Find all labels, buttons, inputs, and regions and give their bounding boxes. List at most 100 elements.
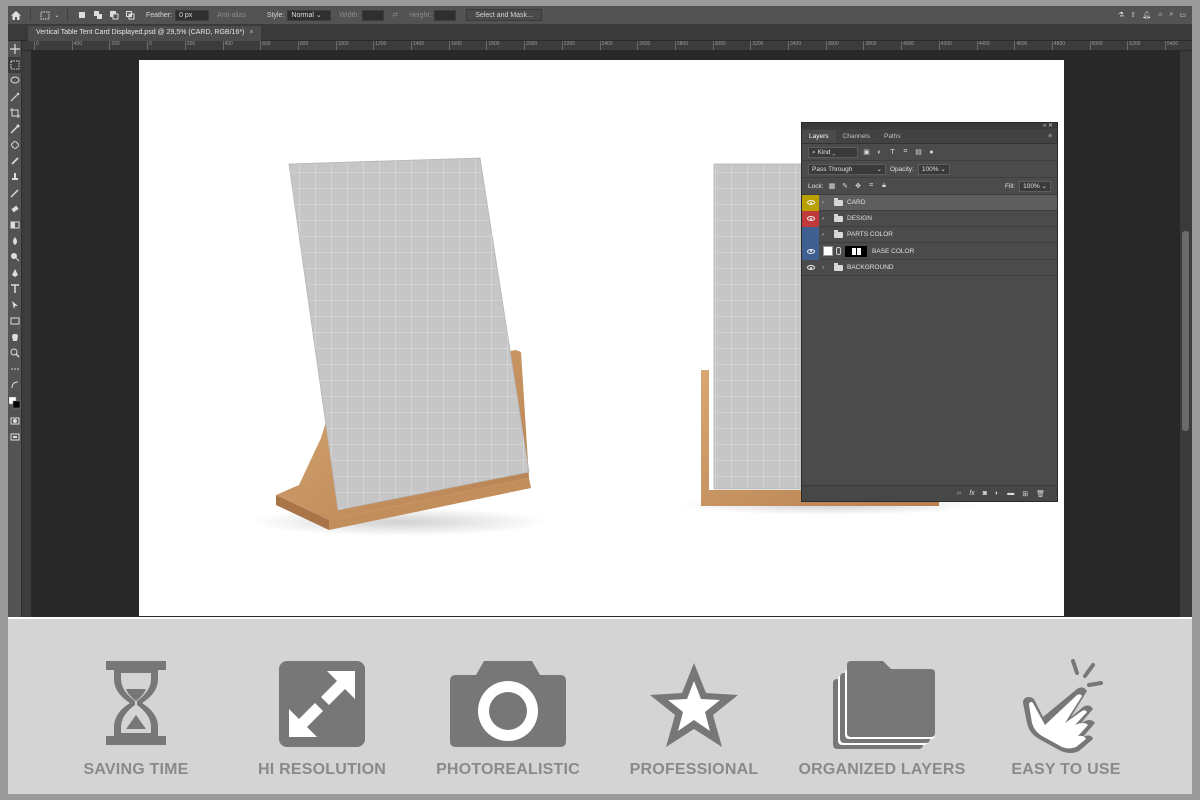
adjustment-filter-icon[interactable]: ◐ [875, 148, 884, 157]
select-and-mask-button[interactable]: Select and Mask... [466, 9, 542, 21]
layers-footer: ∞ fx ◙ ◐ ▬ ⊞ 🗑︎ [802, 485, 1057, 501]
visibility-toggle[interactable] [802, 226, 819, 243]
layer-row-background[interactable]: › BACKGROUND [802, 260, 1057, 276]
stamp-tool-icon[interactable] [8, 169, 22, 185]
lock-all-icon[interactable]: 🔒︎ [880, 182, 889, 191]
lock-transparent-icon[interactable]: ▦ [828, 182, 837, 191]
visibility-toggle[interactable] [802, 242, 819, 260]
lasso-tool-icon[interactable] [8, 73, 22, 89]
magic-wand-icon[interactable] [8, 89, 22, 105]
mask-icon[interactable]: ◙ [983, 490, 987, 497]
pen-tool-icon[interactable] [8, 265, 22, 281]
search-icon[interactable]: ⌕ [1169, 11, 1173, 19]
feather-input[interactable]: 0 px [175, 9, 210, 21]
folder-icon[interactable]: ▬ [1007, 490, 1014, 497]
share-icon[interactable]: ⇧ [1130, 11, 1136, 19]
brush-tool-icon[interactable] [8, 153, 22, 169]
eraser-icon[interactable] [8, 201, 22, 217]
history-brush-icon[interactable] [8, 185, 22, 201]
home-icon[interactable] [8, 8, 24, 22]
document-tab[interactable]: Vertical Table Tent Card Displayed.psd @… [28, 26, 262, 41]
color-swatches[interactable] [8, 393, 22, 413]
width-input[interactable] [362, 9, 385, 21]
tab-layers[interactable]: Layers [802, 130, 836, 143]
vertical-scrollbar[interactable] [1180, 51, 1192, 617]
workspace-icon[interactable]: ▭ [1179, 11, 1186, 19]
layer-name: BACKGROUND [847, 264, 894, 271]
mask-thumbnail[interactable] [845, 245, 867, 257]
gradient-tool-icon[interactable] [8, 217, 22, 233]
intersect-selection-icon[interactable] [122, 8, 138, 22]
screenshot-frame: ⌄ Feather: 0 px Anti-alias Style: Normal… [8, 6, 1192, 794]
anti-alias-checkbox[interactable]: Anti-alias [217, 12, 246, 19]
hand-tool-icon[interactable] [8, 329, 22, 345]
visibility-toggle[interactable] [802, 210, 819, 227]
pixel-filter-icon[interactable]: ▣ [862, 148, 871, 157]
chevron-right-icon[interactable]: › [822, 265, 830, 271]
scrollbar-thumb[interactable] [1182, 231, 1189, 431]
lock-artboard-icon[interactable]: ⌗ [867, 182, 876, 191]
dodge-tool-icon[interactable] [8, 249, 22, 265]
fill-input[interactable]: 100% ⌄ [1019, 180, 1051, 192]
bell-icon[interactable]: 🔔︎ [1142, 11, 1151, 19]
tab-channels[interactable]: Channels [836, 130, 877, 143]
type-filter-icon[interactable]: T [888, 148, 897, 157]
filter-toggle-icon[interactable]: ● [927, 148, 936, 157]
blur-tool-icon[interactable] [8, 233, 22, 249]
fx-icon[interactable]: fx [969, 490, 974, 497]
link-icon[interactable]: ∞ [956, 490, 961, 497]
left-ruler [22, 51, 32, 617]
adjustment-icon[interactable]: ◐ [995, 490, 999, 497]
kind-filter-select[interactable]: ⌕ Kind ⌄ [808, 146, 858, 158]
height-input[interactable] [434, 9, 457, 21]
crop-tool-icon[interactable] [8, 105, 22, 121]
swap-icon[interactable]: ⇄ [392, 11, 398, 19]
blend-mode-select[interactable]: Pass Through ⌄ [808, 163, 886, 175]
smart-object-filter-icon[interactable]: ▤ [914, 148, 923, 157]
swap-colors-icon[interactable] [8, 377, 22, 393]
subtract-selection-icon[interactable] [106, 8, 122, 22]
more-tools-icon[interactable] [8, 361, 22, 377]
flask-icon[interactable]: ⚗ [1118, 11, 1124, 19]
layer-row-parts-color[interactable]: › PARTS COLOR [802, 226, 1057, 243]
screen-mode-icon[interactable] [8, 429, 22, 445]
layer-row-base-color[interactable]: BASE COLOR [802, 242, 1057, 260]
healing-brush-icon[interactable] [8, 137, 22, 153]
marquee-tool-icon[interactable] [8, 57, 22, 73]
eyedropper-icon[interactable] [8, 121, 22, 137]
new-selection-icon[interactable] [74, 8, 90, 22]
path-selection-icon[interactable] [8, 297, 22, 313]
layer-row-card[interactable]: › CARD [802, 194, 1057, 211]
panel-menu-icon[interactable]: ≡ [1043, 130, 1057, 143]
rectangle-tool-icon[interactable] [8, 313, 22, 329]
opacity-input[interactable]: 100% ⌄ [917, 163, 950, 175]
style-select[interactable]: Normal ⌄ [287, 9, 332, 21]
add-selection-icon[interactable] [90, 8, 106, 22]
ruler-tick: 3600 [825, 41, 839, 50]
layers-icon [833, 661, 935, 749]
tab-paths[interactable]: Paths [877, 130, 908, 143]
lightbulb-icon[interactable]: ☼ [1157, 11, 1163, 19]
new-layer-icon[interactable]: ⊞ [1022, 490, 1028, 498]
visibility-toggle[interactable] [802, 194, 819, 211]
link-icon[interactable] [836, 247, 841, 255]
lock-pixels-icon[interactable]: ✎ [841, 182, 850, 191]
shape-filter-icon[interactable]: ⌗ [901, 148, 910, 157]
zoom-tool-icon[interactable] [8, 345, 22, 361]
chevron-right-icon[interactable]: › [822, 232, 830, 238]
layer-row-design[interactable]: › DESIGN [802, 210, 1057, 227]
type-tool-icon[interactable] [8, 281, 22, 297]
trash-icon[interactable]: 🗑︎ [1036, 490, 1045, 498]
ruler-tick: 5000 [1089, 41, 1103, 50]
close-tab-icon[interactable]: × [249, 29, 253, 36]
chevron-right-icon[interactable]: › [822, 216, 830, 222]
move-tool-icon[interactable] [8, 41, 22, 57]
marquee-tool-icon[interactable] [37, 8, 53, 22]
visibility-toggle[interactable] [802, 260, 819, 276]
folder-icon [834, 229, 843, 238]
tool-preset-chevron-icon[interactable]: ⌄ [53, 8, 61, 22]
chevron-right-icon[interactable]: › [822, 200, 830, 206]
lock-position-icon[interactable]: ✥ [854, 182, 863, 191]
folder-icon [834, 262, 843, 271]
quick-mask-icon[interactable] [8, 413, 22, 429]
